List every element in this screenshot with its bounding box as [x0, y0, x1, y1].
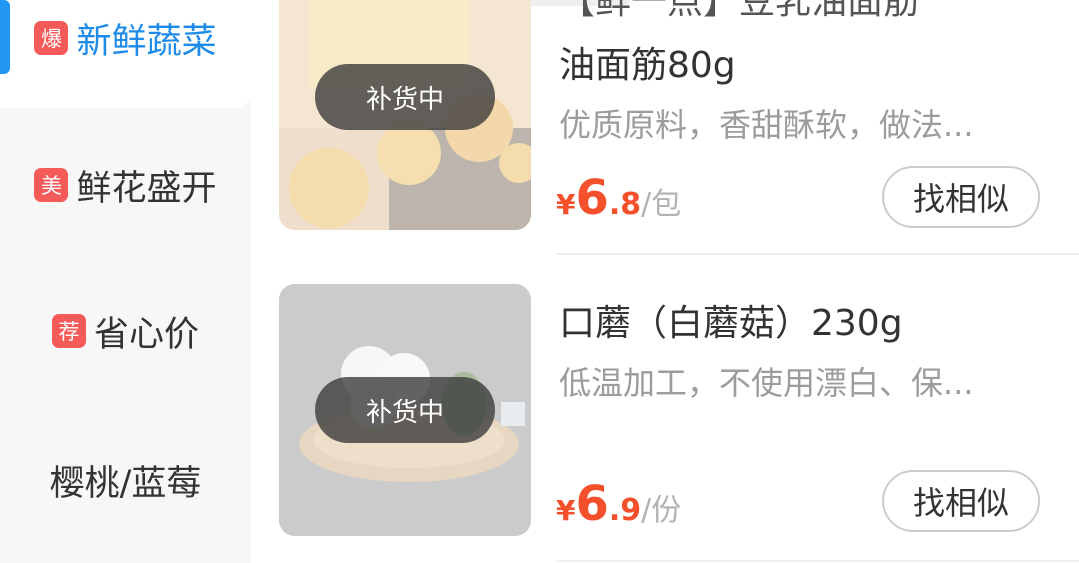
divider: [557, 560, 1079, 562]
sidebar-item-label: 省心价: [93, 314, 199, 355]
price-unit: /包: [641, 187, 682, 222]
category-sidebar: 爆 新鲜蔬菜 美 鲜花盛开 荐 省心价 樱桃/蓝莓: [0, 0, 251, 563]
product-card[interactable]: 补货中 【鲜一点】豆乳油面筋 油面筋80g 优质原料，香甜酥软，做法... ¥6…: [279, 0, 1079, 230]
product-title: 油面筋80g: [559, 45, 736, 86]
product-image: 补货中: [279, 284, 531, 536]
sidebar-item-label: 鲜花盛开: [76, 168, 217, 209]
sidebar-item-label: 樱桃/蓝莓: [49, 463, 202, 504]
price-currency: ¥: [556, 494, 576, 527]
divider: [557, 253, 1079, 255]
price-decimal: .9: [608, 493, 642, 528]
find-similar-button[interactable]: 找相似: [882, 470, 1040, 532]
sidebar-item-cherry-blueberry[interactable]: 樱桃/蓝莓: [0, 450, 251, 510]
product-desc: 低温加工，不使用漂白、保...: [559, 364, 974, 402]
restock-badge: 补货中: [315, 64, 495, 130]
price-integer: 6: [575, 170, 609, 226]
product-desc: 优质原料，香甜酥软，做法...: [559, 106, 974, 144]
sidebar-item-value-price[interactable]: 荐 省心价: [0, 301, 251, 361]
sidebar-item-fresh-vegetables[interactable]: 爆 新鲜蔬菜: [0, 8, 251, 68]
price-decimal: .8: [608, 187, 642, 222]
restock-badge: 补货中: [315, 377, 495, 443]
product-price: ¥6.9/份: [556, 476, 681, 532]
product-price: ¥6.8/包: [556, 170, 681, 226]
sidebar-item-flowers[interactable]: 美 鲜花盛开: [0, 155, 251, 215]
find-similar-button[interactable]: 找相似: [882, 166, 1040, 228]
recommend-tag: 荐: [51, 314, 86, 348]
price-integer: 6: [575, 476, 609, 532]
beauty-tag: 美: [34, 168, 69, 202]
product-card[interactable]: 补货中 口蘑（白蘑菇）230g 低温加工，不使用漂白、保... ¥6.9/份 找…: [279, 284, 1079, 536]
hot-tag: 爆: [34, 21, 69, 55]
price-unit: /份: [641, 493, 682, 528]
product-title: 口蘑（白蘑菇）230g: [559, 303, 903, 344]
product-image: 补货中: [279, 0, 531, 230]
sidebar-item-label: 新鲜蔬菜: [76, 21, 217, 62]
price-currency: ¥: [556, 188, 576, 221]
product-title-partial: 【鲜一点】豆乳油面筋: [559, 0, 920, 22]
